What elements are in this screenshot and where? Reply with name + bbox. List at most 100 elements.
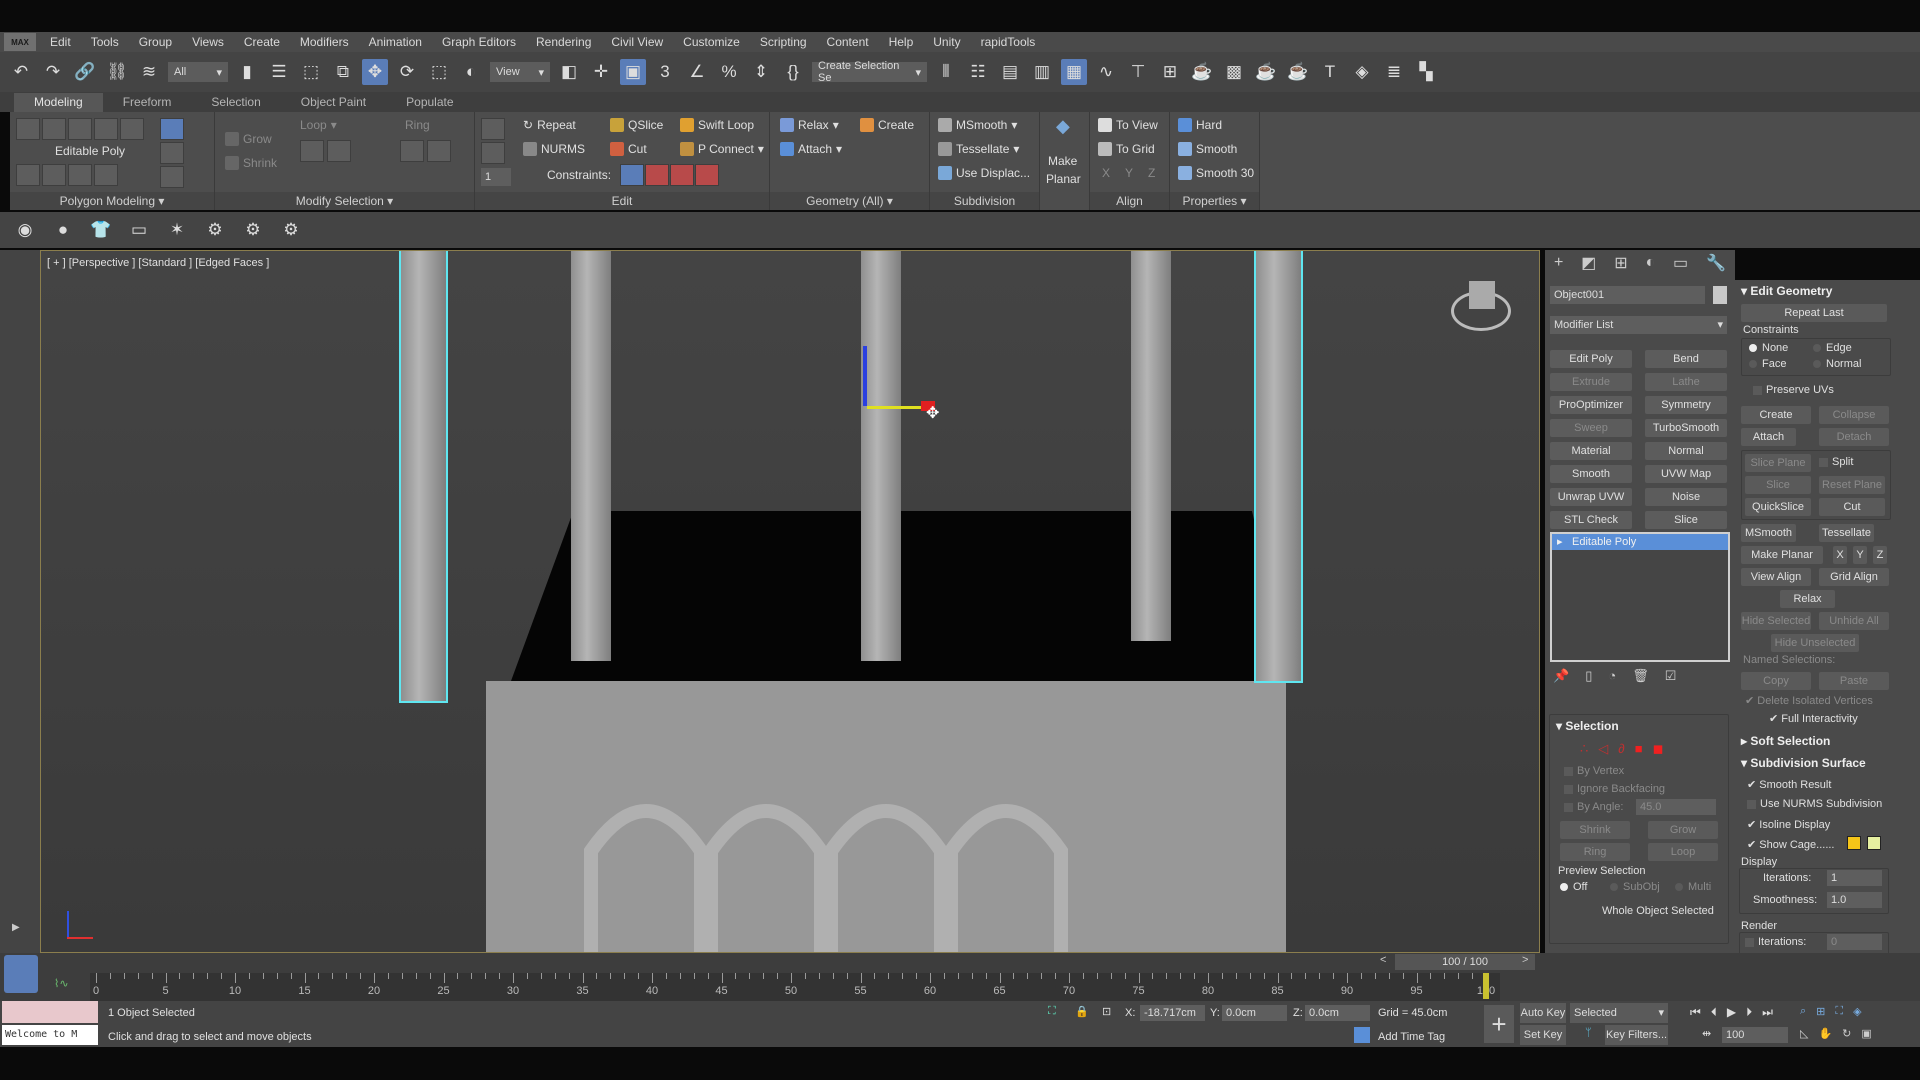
isoline-display-checkbox[interactable]: ✔ Isoline Display <box>1747 818 1830 831</box>
mirror-icon[interactable]: ⫴ <box>933 59 959 85</box>
menu-unity[interactable]: Unity <box>923 35 970 49</box>
modifier-icon[interactable] <box>42 164 66 186</box>
planar-y-button[interactable]: Y <box>1853 546 1867 564</box>
modifier-button-extrude[interactable]: Extrude <box>1550 373 1632 391</box>
constraint-face-radio[interactable]: Face <box>1749 358 1786 370</box>
swift-loop-button[interactable]: Swift Loop <box>680 118 754 132</box>
paste-button[interactable]: Paste <box>1819 672 1889 690</box>
configure-sets-icon[interactable]: ☑ <box>1665 668 1677 684</box>
properties-label[interactable]: Properties ▾ <box>1170 192 1259 210</box>
sphere-icon[interactable]: ● <box>50 217 76 243</box>
constraint-edge-icon[interactable] <box>645 164 669 186</box>
isolate-icon[interactable]: ⛶ <box>1048 1005 1056 1018</box>
tweak-icon[interactable] <box>481 142 505 164</box>
add-time-tag[interactable]: Add Time Tag <box>1378 1031 1445 1043</box>
viewport-label[interactable]: [ + ] [Perspective ] [Standard ] [Edged … <box>47 257 269 269</box>
ring-button[interactable]: Ring <box>1560 843 1630 861</box>
next-frame-icon[interactable]: ⏵ <box>1746 1005 1752 1020</box>
align-icon[interactable]: ☷ <box>965 59 991 85</box>
pin-stack-icon[interactable]: 📌 <box>1553 668 1569 684</box>
modifier-button-uvw-map[interactable]: UVW Map <box>1645 465 1727 483</box>
orbit-icon[interactable]: ↻ <box>1842 1027 1851 1040</box>
x-coordinate-field[interactable]: -18.717cm <box>1140 1005 1205 1021</box>
modifier-icon[interactable] <box>16 164 40 186</box>
menu-rapidtools[interactable]: rapidTools <box>971 35 1046 49</box>
preserve-uv-icon[interactable] <box>481 118 505 140</box>
y-coordinate-field[interactable]: 0.0cm <box>1222 1005 1287 1021</box>
relax-button[interactable]: Relax <box>1780 590 1835 608</box>
soft-selection-title[interactable]: ▸ Soft Selection <box>1741 734 1830 748</box>
nurms-button[interactable]: NURMS <box>523 142 585 156</box>
ring-add-icon[interactable] <box>400 140 424 162</box>
by-angle-checkbox[interactable]: By Angle: <box>1564 801 1623 813</box>
display-tab-icon[interactable]: ▭ <box>1673 253 1688 273</box>
modifier-button-turbosmooth[interactable]: TurboSmooth <box>1645 419 1727 437</box>
tab-freeform[interactable]: Freeform <box>103 93 192 112</box>
modifier-button-smooth[interactable]: Smooth <box>1550 465 1632 483</box>
rect-selection-icon[interactable]: ⬚ <box>298 59 324 85</box>
modifier-button-stl-check[interactable]: STL Check <box>1550 511 1632 529</box>
menu-group[interactable]: Group <box>129 35 182 49</box>
select-object-icon[interactable]: ▮ <box>234 59 260 85</box>
quickslice-button[interactable]: QuickSlice <box>1745 498 1811 516</box>
constraint-none-icon[interactable] <box>620 164 644 186</box>
cage-color-swatch-2[interactable] <box>1867 836 1881 850</box>
angle-field[interactable]: 45.0 <box>1636 799 1716 815</box>
menu-tools[interactable]: Tools <box>81 35 129 49</box>
key-mode-toggle-icon[interactable]: ⇹ <box>1702 1027 1711 1040</box>
percent-snap-icon[interactable]: % <box>716 59 742 85</box>
previous-frame-icon[interactable]: ⏴ <box>1711 1005 1717 1020</box>
to-view-button[interactable]: To View <box>1098 118 1158 132</box>
menu-content[interactable]: Content <box>817 35 879 49</box>
zoom-extents-all-icon[interactable]: ◈ <box>1853 1005 1861 1018</box>
viewport-perspective[interactable]: [ + ] [Perspective ] [Standard ] [Edged … <box>40 250 1540 953</box>
hierarchy-tab-icon[interactable]: ⊞ <box>1614 253 1627 273</box>
smooth-button[interactable]: Smooth <box>1178 142 1237 156</box>
hide-selected-button[interactable]: Hide Selected <box>1741 612 1811 630</box>
move-icon[interactable]: ✥ <box>362 59 388 85</box>
particle-icon[interactable]: ✶ <box>164 217 190 243</box>
modifier-icon[interactable] <box>94 164 118 186</box>
by-vertex-checkbox[interactable]: By Vertex <box>1564 765 1624 777</box>
time-tag-icon[interactable] <box>1354 1027 1370 1043</box>
preserve-uvs-checkbox[interactable]: Preserve UVs <box>1753 384 1834 396</box>
modify-selection-label[interactable]: Modify Selection ▾ <box>215 192 474 210</box>
create-button[interactable]: Create <box>1741 406 1811 424</box>
next-key-gear-icon[interactable]: ⚙ <box>278 217 304 243</box>
preview-off-radio[interactable]: Off <box>1560 881 1587 893</box>
smooth30-button[interactable]: Smooth 30 <box>1178 166 1254 180</box>
auto-key-button[interactable]: Auto Key <box>1520 1003 1566 1023</box>
key-filters-button[interactable]: Key Filters... <box>1605 1025 1668 1045</box>
planar-z-button[interactable]: Z <box>1873 546 1887 564</box>
polygon-icon[interactable]: ■ <box>1635 741 1643 757</box>
selection-title[interactable]: ▾ Selection <box>1556 719 1619 733</box>
scale-icon[interactable]: ⬚ <box>426 59 452 85</box>
ref-coord-dropdown[interactable]: View ▾ <box>490 62 550 82</box>
gizmo-x-axis[interactable] <box>867 406 927 409</box>
time-slider[interactable]: 100 / 100 <box>1395 954 1535 970</box>
modifier-button-noise[interactable]: Noise <box>1645 488 1727 506</box>
edit-geometry-title[interactable]: ▾ Edit Geometry <box>1741 284 1832 298</box>
msmooth-button[interactable]: MSmooth ▾ <box>938 118 1017 132</box>
modifier-button-unwrap-uvw[interactable]: Unwrap UVW <box>1550 488 1632 506</box>
link-icon[interactable]: 🔗 <box>72 59 98 85</box>
ribbon-toggle-icon[interactable]: ▦ <box>1061 59 1087 85</box>
constraint-normal-icon[interactable] <box>695 164 719 186</box>
ring-button[interactable]: Ring <box>405 118 430 132</box>
edge-icon[interactable]: ◁ <box>1598 741 1608 757</box>
unity-export-icon[interactable]: ◈ <box>1349 59 1375 85</box>
layer-manager-icon[interactable]: ◉ <box>12 217 38 243</box>
repeat-last-button[interactable]: Repeat Last <box>1741 304 1887 322</box>
menu-create[interactable]: Create <box>234 35 290 49</box>
snap-3d-icon[interactable]: 3 <box>652 59 678 85</box>
align-x-button[interactable]: X <box>1102 166 1110 180</box>
use-nurms-checkbox[interactable]: Use NURMS Subdivision <box>1747 798 1882 810</box>
menu-rendering[interactable]: Rendering <box>526 35 601 49</box>
material-editor-icon[interactable]: ⊞ <box>1157 59 1183 85</box>
modifier-stack[interactable]: ▸ Editable Poly <box>1550 532 1730 662</box>
modifier-button-slice[interactable]: Slice <box>1645 511 1727 529</box>
menu-customize[interactable]: Customize <box>673 35 750 49</box>
edit-named-selection-icon[interactable]: {} <box>780 59 806 85</box>
mini-curve-editor-button[interactable] <box>4 955 38 993</box>
set-key-big-button[interactable]: + <box>1484 1005 1514 1043</box>
